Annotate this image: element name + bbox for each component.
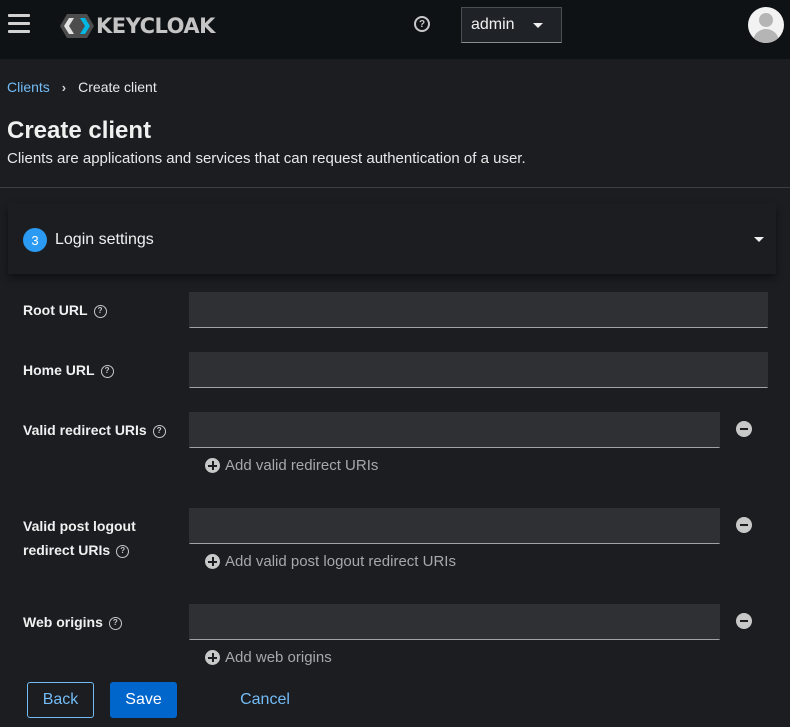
valid-redirect-uris-input[interactable] <box>189 412 720 448</box>
valid-post-logout-label-line2: redirect URIs <box>23 542 111 558</box>
chevron-right-icon: › <box>61 79 67 95</box>
valid-post-logout-redirect-uris-input[interactable] <box>189 508 720 544</box>
realm-select[interactable]: admin <box>461 7 562 43</box>
breadcrumb-clients-link[interactable]: Clients <box>7 79 50 95</box>
caret-down-icon <box>533 23 543 28</box>
valid-redirect-uris-label-text: Valid redirect URIs <box>23 422 147 438</box>
add-web-origins-button[interactable]: Add web origins <box>205 649 332 666</box>
remove-post-logout-uri-minus-icon[interactable] <box>736 517 752 533</box>
add-valid-redirect-uris-label: Add valid redirect URIs <box>225 457 379 474</box>
help-icon[interactable]: ? <box>152 424 166 438</box>
keycloak-logo-icon <box>60 14 94 38</box>
root-url-label: Root URL? <box>23 298 107 322</box>
plus-circle-icon <box>205 650 220 665</box>
add-valid-redirect-uris-button[interactable]: Add valid redirect URIs <box>205 457 378 474</box>
login-settings-section-header[interactable]: 3 Login settings <box>8 204 776 274</box>
help-icon[interactable]: ? <box>100 364 114 378</box>
add-web-origins-label: Add web origins <box>225 649 332 666</box>
help-icon[interactable]: ? <box>93 304 107 318</box>
breadcrumb: Clients › Create client <box>7 79 157 95</box>
home-url-input[interactable] <box>189 352 768 388</box>
realm-select-value: admin <box>471 16 515 33</box>
cancel-button[interactable]: Cancel <box>230 682 300 718</box>
valid-post-logout-redirect-uris-label: Valid post logout redirect URIs? <box>23 514 136 562</box>
back-button[interactable]: Back <box>27 682 94 718</box>
remove-redirect-uri-minus-icon[interactable] <box>736 421 752 437</box>
root-url-input[interactable] <box>189 292 768 328</box>
root-url-label-text: Root URL <box>23 302 88 318</box>
web-origins-label: Web origins? <box>23 610 122 634</box>
help-icon[interactable]: ? <box>116 544 130 558</box>
keycloak-logo[interactable]: KEYCLOAK <box>60 12 215 40</box>
step-number-badge: 3 <box>23 228 47 252</box>
valid-post-logout-label-line1: Valid post logout <box>23 518 136 534</box>
breadcrumb-current: Create client <box>78 79 157 95</box>
masthead: KEYCLOAK ? admin <box>0 0 790 59</box>
web-origins-label-text: Web origins <box>23 614 103 630</box>
home-url-label-text: Home URL <box>23 362 95 378</box>
help-icon[interactable]: ? <box>108 616 122 630</box>
plus-circle-icon <box>205 554 220 569</box>
plus-circle-icon <box>205 458 220 473</box>
valid-redirect-uris-label: Valid redirect URIs? <box>23 418 166 442</box>
section-title: Login settings <box>55 231 154 248</box>
brand-name: KEYCLOAK <box>96 14 215 38</box>
add-valid-post-logout-label: Add valid post logout redirect URIs <box>225 553 456 570</box>
save-button[interactable]: Save <box>110 682 177 718</box>
page-title: Create client <box>7 117 152 144</box>
page-description: Clients are applications and services th… <box>7 150 526 167</box>
add-valid-post-logout-redirect-uris-button[interactable]: Add valid post logout redirect URIs <box>205 553 456 570</box>
caret-down-icon[interactable] <box>754 237 764 242</box>
web-origins-input[interactable] <box>189 604 720 640</box>
user-avatar[interactable] <box>748 7 784 43</box>
home-url-label: Home URL? <box>23 358 114 382</box>
remove-web-origin-minus-icon[interactable] <box>736 613 752 629</box>
hamburger-menu-icon[interactable] <box>8 13 30 33</box>
help-icon[interactable]: ? <box>414 16 430 32</box>
divider <box>0 187 790 188</box>
